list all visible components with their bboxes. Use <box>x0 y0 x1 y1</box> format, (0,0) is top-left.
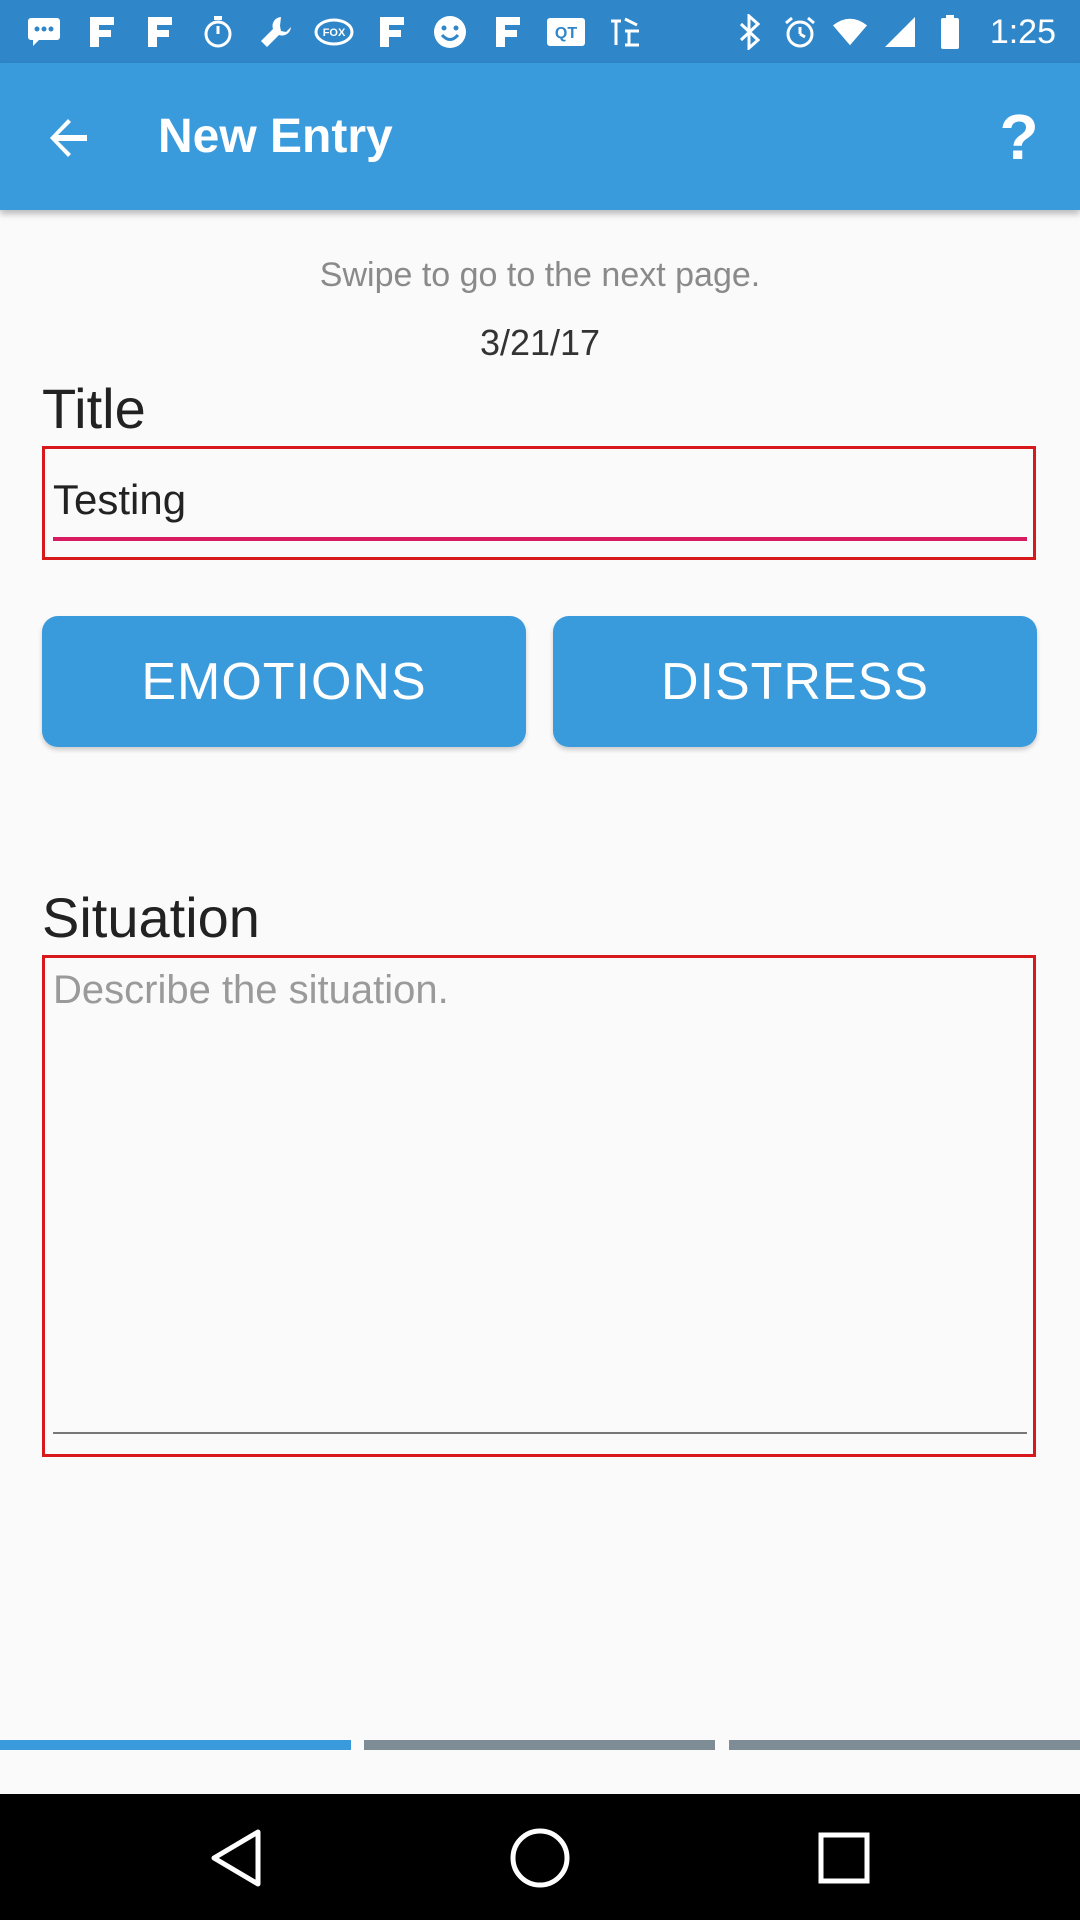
screen: FOX QT 1:25 New Entry ? Swipe to go to t… <box>0 0 1080 1920</box>
situation-label: Situation <box>42 886 260 949</box>
situation-input-underline <box>53 1432 1027 1434</box>
app-bar: New Entry ? <box>0 63 1080 210</box>
fox-news-icon <box>372 12 412 52</box>
stopwatch-icon <box>198 12 238 52</box>
help-button[interactable]: ? <box>984 97 1054 177</box>
page-indicator <box>0 1740 1080 1750</box>
situation-field-highlight <box>42 955 1036 1457</box>
fox-sports-icon: FOX <box>314 12 354 52</box>
title-label: Title <box>42 377 146 440</box>
alarm-icon <box>782 12 818 52</box>
fox-news-icon <box>140 12 180 52</box>
nav-recents-button[interactable] <box>808 1822 880 1894</box>
fox-news-icon <box>488 12 528 52</box>
status-time: 1:25 <box>989 12 1056 51</box>
navigation-bar <box>0 1794 1080 1920</box>
qt-icon: QT <box>546 12 586 52</box>
signal-icon <box>882 12 918 52</box>
fox-news-icon <box>82 12 122 52</box>
nav-home-button[interactable] <box>504 1822 576 1894</box>
title-field-highlight <box>42 446 1036 560</box>
smiley-icon <box>430 12 470 52</box>
svg-text:FOX: FOX <box>323 27 346 39</box>
page-title: New Entry <box>158 110 393 163</box>
notification-icons: FOX QT <box>24 10 644 54</box>
system-status: 1:25 <box>732 10 1056 54</box>
distress-button[interactable]: DISTRESS <box>553 616 1037 747</box>
situation-input[interactable] <box>53 968 1027 1388</box>
title-input-underline <box>53 537 1027 541</box>
emotions-button[interactable]: EMOTIONS <box>42 616 526 747</box>
arrow-back-icon <box>50 119 87 157</box>
entry-date: 3/21/17 <box>479 322 601 363</box>
wifi-icon <box>832 12 868 52</box>
battery-icon <box>932 12 968 52</box>
nav-recents-icon <box>818 1832 870 1884</box>
nav-back-button[interactable] <box>200 1822 272 1894</box>
nav-home-icon <box>510 1828 570 1888</box>
bluetooth-icon <box>732 12 768 52</box>
back-button[interactable] <box>34 103 104 173</box>
nav-back-icon <box>211 1829 261 1887</box>
swipe-hint: Swipe to go to the next page. <box>319 256 761 294</box>
page-indicator-segment <box>729 1740 1080 1750</box>
status-bar: FOX QT 1:25 <box>0 0 1080 63</box>
svg-text:QT: QT <box>555 25 577 42</box>
wrench-icon <box>256 12 296 52</box>
app-icon <box>604 12 644 52</box>
title-input[interactable] <box>53 461 1027 539</box>
page-indicator-segment <box>364 1740 715 1750</box>
message-icon <box>24 12 64 52</box>
page-indicator-segment-active <box>0 1740 351 1750</box>
